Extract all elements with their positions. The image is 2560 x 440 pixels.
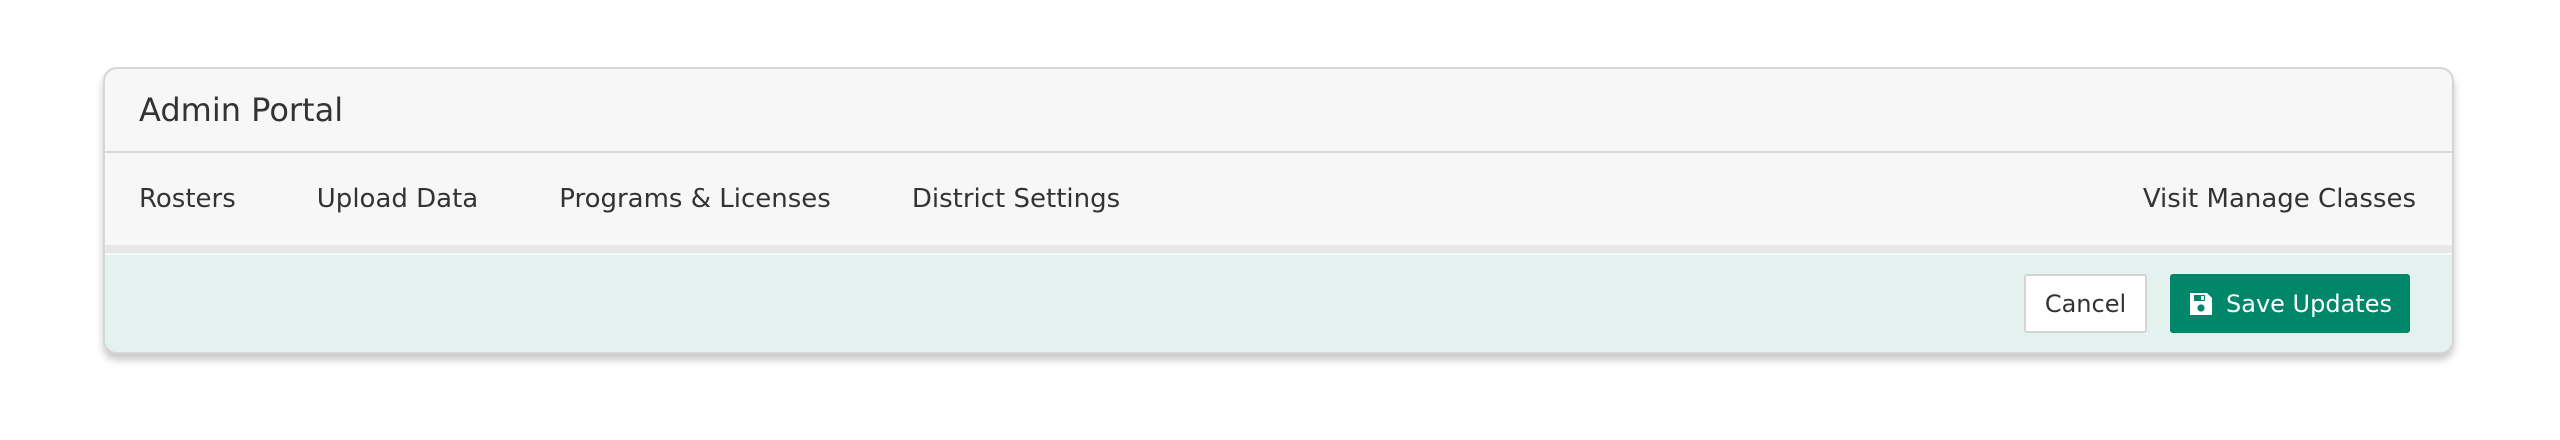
action-bar: Cancel Save Updates xyxy=(105,255,2452,352)
nav-item-programs-licenses[interactable]: Programs & Licenses xyxy=(559,184,831,214)
nav-links: Rosters Upload Data Programs & Licenses … xyxy=(139,184,1201,214)
header-row: Admin Portal xyxy=(105,69,2452,153)
floppy-disk-icon xyxy=(2188,291,2214,317)
save-updates-label: Save Updates xyxy=(2226,289,2392,318)
nav-item-district-settings[interactable]: District Settings xyxy=(912,184,1120,214)
nav-bar: Rosters Upload Data Programs & Licenses … xyxy=(105,153,2452,253)
cancel-button-label: Cancel xyxy=(2044,289,2127,318)
nav-item-upload-data[interactable]: Upload Data xyxy=(317,184,478,214)
admin-portal-panel: Admin Portal Rosters Upload Data Program… xyxy=(103,67,2454,354)
nav-item-rosters[interactable]: Rosters xyxy=(139,184,236,214)
cancel-button[interactable]: Cancel xyxy=(2024,274,2147,333)
page-title: Admin Portal xyxy=(139,91,344,129)
visit-manage-classes-link[interactable]: Visit Manage Classes xyxy=(2143,184,2416,214)
save-updates-button[interactable]: Save Updates xyxy=(2170,274,2410,333)
